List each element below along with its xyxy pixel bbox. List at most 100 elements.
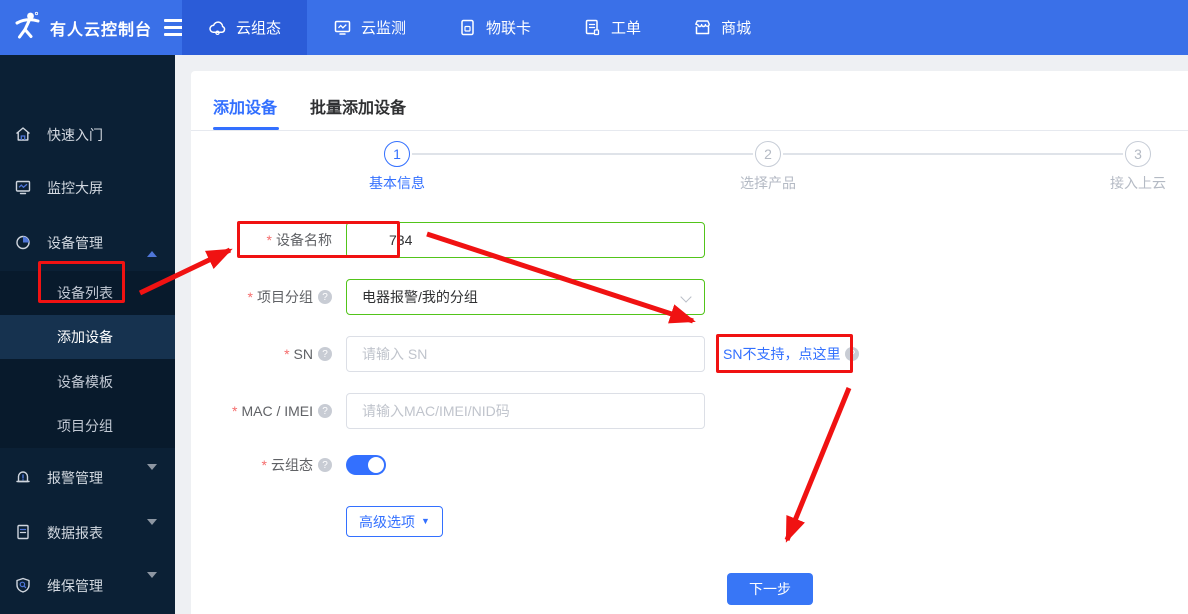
sidebar-item-label: 设备管理 [47, 235, 103, 251]
nav-item-label: 云组态 [236, 20, 282, 37]
device-management-submenu: 设备列表 添加设备 设备模板 项目分组 [0, 271, 175, 448]
sidebar-item-label: 设备模板 [57, 374, 113, 390]
nav-item-cloud-monitoring[interactable]: 云监测 [307, 0, 432, 55]
step-3-label: 接入上云 [1110, 175, 1166, 191]
device-name-input[interactable] [346, 222, 705, 258]
big-screen-icon [14, 178, 32, 199]
field-label-text: MAC / IMEI [241, 403, 313, 419]
home-icon [14, 125, 32, 146]
device-name-label: * 设备名称 [191, 222, 332, 258]
sidebar-item-label: 数据报表 [47, 525, 103, 541]
sidebar-item-label: 设备列表 [57, 285, 113, 301]
sn-input[interactable] [346, 336, 705, 372]
sidebar-item-quick-start[interactable]: 快速入门 [0, 110, 175, 160]
alarm-bell-icon [14, 468, 32, 489]
nav-item-mall[interactable]: 商城 [667, 0, 777, 55]
sidebar-item-label: 维保管理 [47, 578, 103, 594]
required-asterisk: * [261, 457, 267, 473]
form-row-sn: * SN ? SN不支持，点这里 ? [191, 336, 1188, 372]
sidebar-item-monitor-screen[interactable]: 监控大屏 [0, 163, 175, 213]
pie-chart-icon [14, 233, 32, 254]
step-number: 2 [764, 146, 772, 162]
work-order-icon [583, 18, 602, 37]
field-label-text: 项目分组 [257, 289, 313, 305]
chevron-down-icon [680, 291, 692, 303]
sidebar-item-label: 项目分组 [57, 418, 113, 434]
help-icon[interactable]: ? [318, 404, 332, 418]
usr-logo-icon [12, 10, 42, 45]
required-asterisk: * [266, 232, 272, 248]
sidebar-item-maintenance-management[interactable]: 维保管理 [0, 561, 175, 611]
next-step-button[interactable]: 下一步 [727, 573, 813, 605]
app-title: 有人云控制台 [50, 21, 153, 39]
field-label-text: 云组态 [271, 457, 313, 473]
project-group-label: * 项目分组 ? [191, 279, 332, 315]
step-number: 3 [1134, 146, 1142, 162]
sn-not-supported-link[interactable]: SN不支持，点这里 [723, 344, 840, 364]
nav-item-label: 云监测 [361, 20, 407, 37]
monitor-chart-icon [333, 18, 352, 37]
mac-imei-label: * MAC / IMEI ? [191, 393, 332, 429]
help-icon[interactable]: ? [318, 290, 332, 304]
step-connector [783, 153, 1123, 155]
project-group-select[interactable]: 电器报警/我的分组 [346, 279, 705, 315]
shield-icon [14, 576, 32, 597]
form-row-cloud-scada: * 云组态 ? [191, 455, 1188, 475]
required-asterisk: * [231, 403, 238, 419]
sidebar: 快速入门 监控大屏 设备管理 设备列表 添加设备 设备模板 项目分组 报警管理 … [0, 55, 175, 614]
nav-item-label: 物联卡 [486, 20, 532, 37]
cloud-icon [208, 18, 227, 37]
mac-imei-input[interactable] [346, 393, 705, 429]
sidebar-item-label: 添加设备 [57, 329, 113, 345]
chevron-up-icon [147, 235, 157, 257]
step-1-circle: 1 [384, 141, 410, 167]
sidebar-item-device-management[interactable]: 设备管理 [0, 218, 175, 268]
help-icon[interactable]: ? [318, 347, 332, 361]
iot-card-icon [458, 18, 477, 37]
sidebar-item-add-device[interactable]: 添加设备 [0, 315, 175, 359]
caret-down-icon: ▼ [421, 516, 430, 526]
sidebar-item-device-template[interactable]: 设备模板 [0, 360, 175, 404]
tab-add-device[interactable]: 添加设备 [213, 94, 277, 118]
step-connector [412, 153, 753, 155]
nav-items: 云组态 云监测 物联卡 工单 商城 [182, 0, 777, 55]
help-icon[interactable]: ? [318, 458, 332, 472]
toggle-knob [368, 457, 384, 473]
page: 有人云控制台 云组态 云监测 物联卡 工单 商城 快速入门 监控大屏 设备管理 … [0, 0, 1188, 614]
advanced-options-button[interactable]: 高级选项 ▼ [346, 506, 443, 537]
sidebar-item-alarm-management[interactable]: 报警管理 [0, 453, 175, 503]
sidebar-item-data-report[interactable]: 数据报表 [0, 508, 175, 558]
sn-side-area: SN不支持，点这里 ? [723, 336, 860, 372]
brand: 有人云控制台 [0, 0, 185, 55]
step-1-label: 基本信息 [369, 175, 425, 191]
step-number: 1 [393, 146, 401, 162]
nav-item-label: 工单 [611, 20, 642, 37]
tab-batch-add-device[interactable]: 批量添加设备 [310, 94, 406, 118]
top-navbar: 有人云控制台 云组态 云监测 物联卡 工单 商城 [0, 0, 1188, 55]
step-3-circle: 3 [1125, 141, 1151, 167]
step-2-label: 选择产品 [740, 175, 796, 191]
sidebar-item-label: 监控大屏 [47, 180, 103, 196]
required-asterisk: * [284, 346, 290, 362]
sidebar-item-project-group[interactable]: 项目分组 [0, 404, 175, 448]
cloud-scada-toggle[interactable] [346, 455, 386, 475]
nav-item-iot-card[interactable]: 物联卡 [432, 0, 557, 55]
chevron-down-icon [147, 572, 157, 594]
sidebar-item-device-list[interactable]: 设备列表 [0, 271, 175, 315]
sidebar-item-label: 快速入门 [47, 127, 103, 143]
form-row-mac-imei: * MAC / IMEI ? [191, 393, 1188, 429]
form-row-project-group: * 项目分组 ? 电器报警/我的分组 [191, 279, 1188, 315]
nav-item-cloud-scada[interactable]: 云组态 [182, 0, 308, 55]
report-icon [14, 523, 32, 544]
nav-item-label: 商城 [721, 20, 752, 37]
help-icon[interactable]: ? [845, 347, 860, 361]
required-asterisk: * [247, 289, 253, 305]
advanced-options-label: 高级选项 [359, 513, 416, 530]
step-2-circle: 2 [755, 141, 781, 167]
form-row-device-name: * 设备名称 [191, 222, 1188, 258]
store-icon [693, 18, 712, 37]
field-label-text: 设备名称 [276, 232, 332, 248]
add-device-panel: 添加设备 批量添加设备 1 2 3 基本信息 选择产品 接入上云 * 设备名称 … [191, 71, 1188, 614]
nav-item-work-order[interactable]: 工单 [557, 0, 667, 55]
selected-value: 电器报警/我的分组 [362, 289, 478, 305]
